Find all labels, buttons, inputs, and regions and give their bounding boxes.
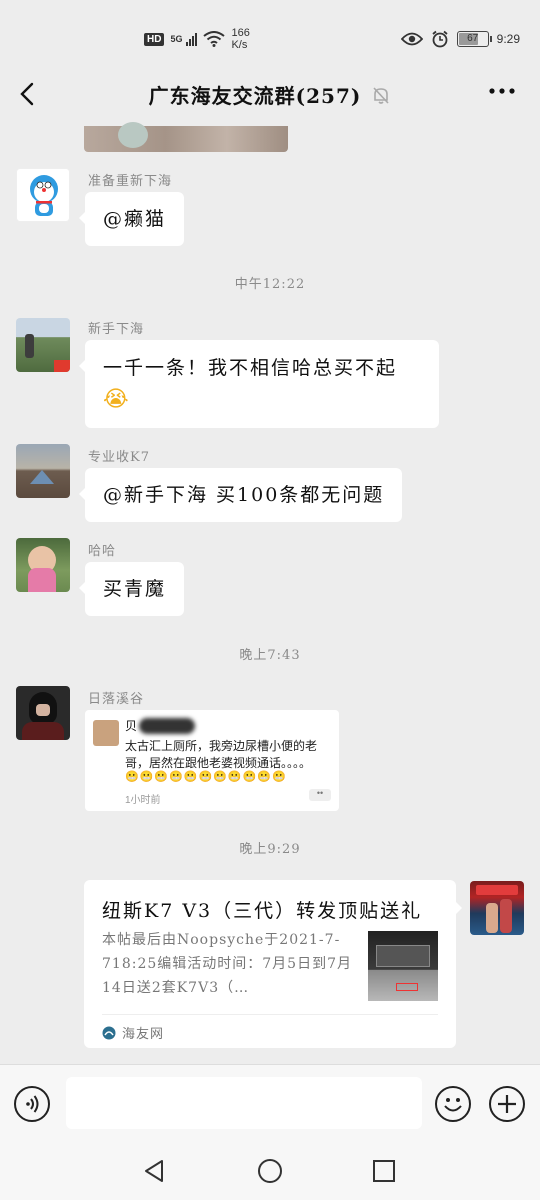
more-options-icon[interactable]: •• xyxy=(309,789,331,801)
message-text: @新手下海 买100条都无问题 xyxy=(103,484,385,506)
more-dots-icon[interactable] xyxy=(488,86,516,96)
sender-name: 新手下海 xyxy=(88,322,145,337)
bell-off-icon xyxy=(373,86,389,104)
message-bubble[interactable]: 一千一条！我不相信哈总买不起 😭 xyxy=(79,340,439,428)
sender-name: 专业收K7 xyxy=(88,450,150,465)
message-input[interactable] xyxy=(66,1077,422,1129)
net-speed: 166 K/s xyxy=(231,27,249,51)
message-bubble[interactable]: @癞猫 xyxy=(78,192,185,246)
link-description: 本帖最后由Noopsyche于2021-7-718:25编辑活动时间：7月5日到… xyxy=(102,932,352,996)
link-title: 纽斯K7 V3（三代）转发顶贴送礼 xyxy=(102,900,423,922)
quote-thumbnail xyxy=(93,720,119,746)
status-left-group: HD 5G 166 K/s xyxy=(144,27,250,51)
link-source: 海友网 xyxy=(122,1027,165,1042)
hd-badge: HD xyxy=(144,32,165,46)
moments-share-card[interactable]: 贝 太古汇上厕所，我旁边尿槽小便的老哥，居然在跟他老婆视频通话。。。。 😬😬😬😬… xyxy=(85,710,339,811)
status-right-group: 67 9:29 xyxy=(400,30,520,48)
shared-image-partial[interactable] xyxy=(84,122,288,152)
quote-emojis: 😬😬😬😬😬😬😬😬😬😬😬 xyxy=(125,771,287,783)
message-bubble[interactable]: @新手下海 买100条都无问题 xyxy=(78,468,403,522)
message-text: @癞猫 xyxy=(103,208,167,230)
link-card[interactable]: 纽斯K7 V3（三代）转发顶贴送礼 本帖最后由Noopsyche于2021-7-… xyxy=(84,880,462,1048)
plus-icon[interactable] xyxy=(489,1086,525,1122)
sender-name: 哈哈 xyxy=(88,544,117,559)
input-bar xyxy=(0,1064,540,1144)
bubble-tail xyxy=(456,902,462,914)
network-type: 5G xyxy=(170,34,183,44)
triangle-back-icon[interactable] xyxy=(142,1158,166,1184)
chat-title-row: 广东海友交流群(257) xyxy=(0,80,540,109)
chat-title: 广东海友交流群(257) xyxy=(148,84,362,108)
avatar[interactable] xyxy=(16,318,70,372)
wifi-icon xyxy=(203,31,226,47)
smile-icon[interactable] xyxy=(435,1086,471,1122)
avatar[interactable] xyxy=(16,686,70,740)
quote-time: 1小时前 xyxy=(125,795,161,806)
message-text: 买青魔 xyxy=(103,578,167,600)
net-speed-value: 166 xyxy=(231,27,250,39)
net-speed-unit: K/s xyxy=(231,39,248,51)
eye-icon xyxy=(400,32,423,46)
status-bar: HD 5G 166 K/s 67 9:29 xyxy=(0,0,540,62)
blurred-name xyxy=(139,717,196,734)
divider xyxy=(102,1014,438,1015)
message-bubble[interactable]: 买青魔 xyxy=(78,562,185,616)
alarm-icon xyxy=(432,30,448,48)
signal-bars-icon xyxy=(186,32,198,46)
sender-name: 准备重新下海 xyxy=(88,174,173,189)
link-source-row: 海友网 xyxy=(102,1023,164,1042)
quote-text: 太古汇上厕所，我旁边尿槽小便的老哥，居然在跟他老婆视频通话。。。。 xyxy=(125,739,318,770)
avatar[interactable] xyxy=(16,168,70,222)
source-logo-icon xyxy=(102,1026,116,1039)
clock: 9:29 xyxy=(496,32,520,46)
crying-emoji: 😭 xyxy=(103,387,131,412)
timestamp: 晚上9:29 xyxy=(239,842,301,857)
battery-icon: 67 xyxy=(456,31,492,47)
my-avatar[interactable] xyxy=(470,881,524,935)
timestamp: 晚上7:43 xyxy=(239,648,301,663)
sender-name: 日落溪谷 xyxy=(88,692,145,707)
quote-header: 贝 xyxy=(125,717,196,734)
avatar[interactable] xyxy=(16,538,70,592)
link-thumbnail xyxy=(368,931,438,1001)
quote-author: 贝 xyxy=(125,719,138,733)
square-recents-icon[interactable] xyxy=(372,1159,396,1183)
chat-header: 广东海友交流群(257) xyxy=(0,62,540,126)
battery-level: 67 xyxy=(467,33,479,44)
message-text: 一千一条！我不相信哈总买不起 xyxy=(103,357,398,379)
system-nav-bar xyxy=(0,1144,540,1200)
avatar[interactable] xyxy=(16,444,70,498)
circle-home-icon[interactable] xyxy=(257,1158,283,1184)
voice-icon[interactable] xyxy=(14,1086,50,1122)
timestamp: 中午12:22 xyxy=(234,277,306,292)
doraemon-avatar-icon xyxy=(30,175,58,216)
